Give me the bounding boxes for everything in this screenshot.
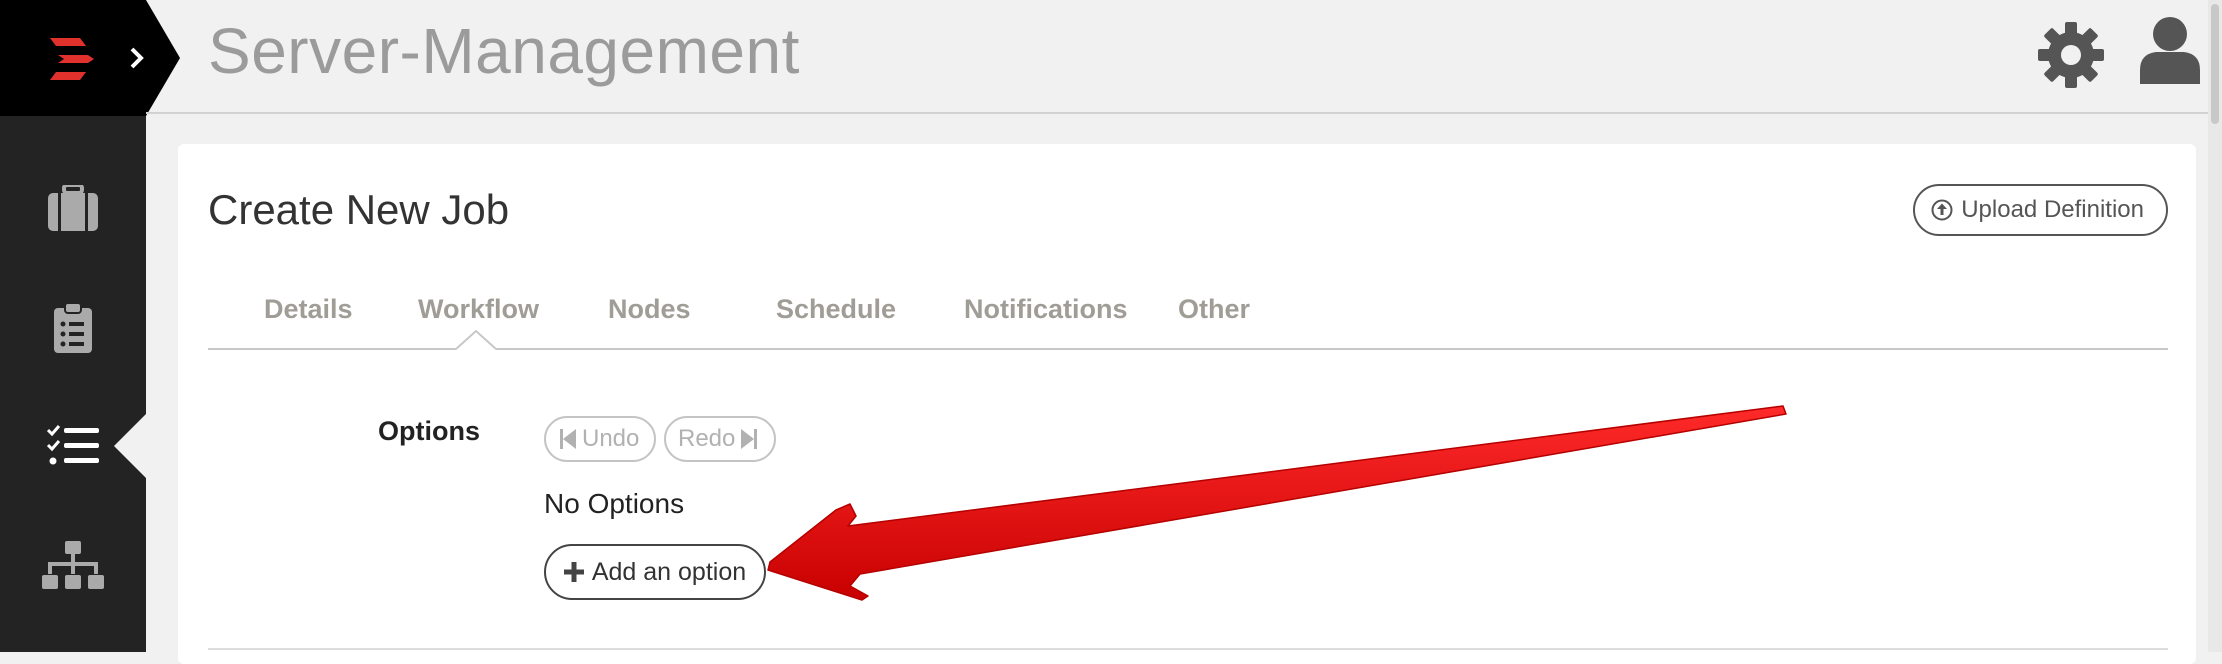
job-tabs: Details Workflow Nodes Schedule Notifica… (208, 264, 2168, 350)
sidebar-item-jobs[interactable] (0, 158, 146, 258)
no-options-text: No Options (544, 488, 685, 519)
undo-button[interactable]: Undo (544, 416, 656, 462)
hierarchy-icon (42, 541, 104, 589)
tab-details[interactable]: Details (264, 294, 353, 325)
logo[interactable] (0, 0, 146, 116)
chevron-right-icon[interactable] (127, 46, 147, 70)
user-icon[interactable] (2140, 16, 2200, 84)
sidebar-item-nodes[interactable] (0, 516, 146, 616)
clipboard-list-icon (54, 303, 92, 353)
page-title: Create New Job (208, 186, 510, 233)
redo-label: Redo (678, 425, 736, 452)
topbar: Server-Management (146, 0, 2222, 114)
gear-icon[interactable] (2038, 22, 2104, 88)
tab-schedule[interactable]: Schedule (776, 294, 896, 325)
section-divider (208, 648, 2168, 650)
upload-definition-label: Upload Definition (1961, 196, 2144, 223)
options-label: Options (378, 416, 480, 446)
tab-notifications[interactable]: Notifications (964, 294, 1128, 325)
step-backward-icon (560, 429, 576, 449)
add-option-label: Add an option (591, 557, 747, 586)
redo-button[interactable]: Redo (664, 416, 776, 462)
vertical-scrollbar[interactable] (2208, 0, 2222, 652)
tab-nodes[interactable]: Nodes (608, 294, 691, 325)
plus-icon (563, 562, 584, 582)
tab-workflow[interactable]: Workflow (418, 294, 539, 325)
sidebar-item-activity[interactable] (0, 278, 146, 378)
upload-circle-icon (1931, 199, 1953, 221)
step-forward-icon (741, 429, 758, 449)
task-list-icon (47, 425, 99, 465)
scrollbar-thumb[interactable] (2211, 4, 2219, 124)
job-editor-card: Create New Job Upload Definition Details… (178, 144, 2196, 664)
active-tab-indicator (456, 330, 496, 350)
undo-label: Undo (582, 425, 640, 452)
app-title: Server-Management (208, 15, 800, 87)
tab-other[interactable]: Other (1178, 294, 1250, 325)
upload-definition-button[interactable]: Upload Definition (1913, 184, 2168, 236)
brand-logo-icon (50, 38, 94, 80)
briefcase-icon (48, 185, 98, 231)
add-option-button[interactable]: Add an option (544, 544, 766, 600)
sidebar (0, 0, 146, 652)
